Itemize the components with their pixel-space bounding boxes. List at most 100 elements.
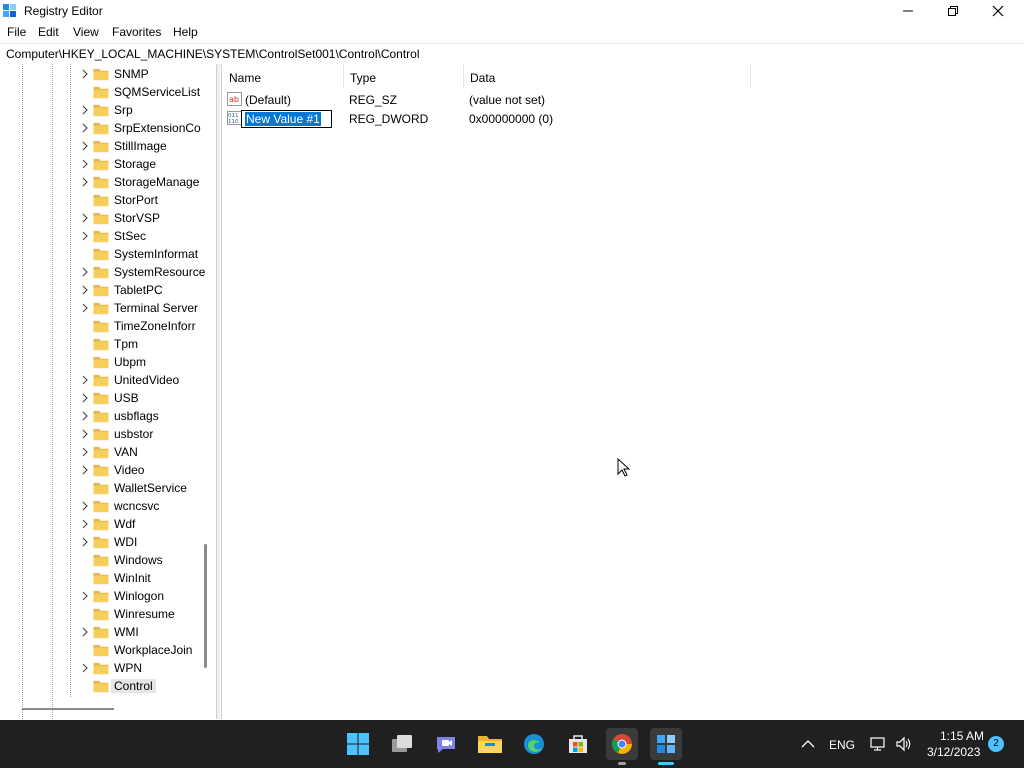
clock-date[interactable]: 3/12/2023 <box>927 745 980 759</box>
chevron-right-icon[interactable] <box>80 411 90 421</box>
tree-node[interactable]: WinInit <box>76 569 216 587</box>
folder-icon <box>93 428 109 441</box>
chevron-right-icon[interactable] <box>80 429 90 439</box>
chevron-right-icon[interactable] <box>80 303 90 313</box>
tree-node[interactable]: Video <box>76 461 216 479</box>
tree-node[interactable]: Terminal Server <box>76 299 216 317</box>
tree-node[interactable]: wcncsvc <box>76 497 216 515</box>
registry-tree-pane[interactable]: SNMP SQMServiceList Srp SrpExtensionCo Still… <box>0 64 217 719</box>
chat-button[interactable] <box>430 728 462 760</box>
tree-node[interactable]: StorPort <box>76 191 216 209</box>
tree-node[interactable]: Winlogon <box>76 587 216 605</box>
tree-node[interactable]: WMI <box>76 623 216 641</box>
address-path[interactable]: Computer\HKEY_LOCAL_MACHINE\SYSTEM\Contr… <box>6 47 420 61</box>
tree-node[interactable]: SrpExtensionCo <box>76 119 216 137</box>
start-button[interactable] <box>342 728 374 760</box>
chrome-button[interactable] <box>606 728 638 760</box>
chevron-right-icon[interactable] <box>80 393 90 403</box>
menu-view[interactable]: View <box>73 25 99 39</box>
tree-node[interactable]: SQMServiceList <box>76 83 216 101</box>
tree-node[interactable]: USB <box>76 389 216 407</box>
tree-node[interactable]: UnitedVideo <box>76 371 216 389</box>
chevron-right-icon[interactable] <box>80 501 90 511</box>
menu-help[interactable]: Help <box>173 25 198 39</box>
tree-node[interactable]: VAN <box>76 443 216 461</box>
chevron-right-icon[interactable] <box>80 267 90 277</box>
restore-button[interactable] <box>930 0 976 22</box>
tree-node[interactable]: SystemResource <box>76 263 216 281</box>
rename-value-text[interactable]: New Value #1 <box>245 112 321 126</box>
chevron-right-icon[interactable] <box>80 627 90 637</box>
task-view-button[interactable] <box>386 728 418 760</box>
tree-node[interactable]: Windows <box>76 551 216 569</box>
tree-node[interactable]: usbflags <box>76 407 216 425</box>
tree-node[interactable]: StorageManage <box>76 173 216 191</box>
chevron-right-icon[interactable] <box>80 465 90 475</box>
menu-edit[interactable]: Edit <box>38 25 59 39</box>
tree-node[interactable]: usbstor <box>76 425 216 443</box>
notification-badge[interactable]: 2 <box>988 736 1004 752</box>
show-hidden-icons-button[interactable] <box>792 728 824 760</box>
chevron-right-icon[interactable] <box>80 285 90 295</box>
chevron-right-icon[interactable] <box>80 231 90 241</box>
tree-node[interactable]: TimeZoneInforr <box>76 317 216 335</box>
tree-node[interactable]: StSec <box>76 227 216 245</box>
chevron-right-icon[interactable] <box>80 447 90 457</box>
tree-node[interactable]: Tpm <box>76 335 216 353</box>
rename-value-input[interactable]: New Value #1 <box>241 110 332 128</box>
tree-node[interactable]: Ubpm <box>76 353 216 371</box>
tree-node[interactable]: Storage <box>76 155 216 173</box>
chevron-right-icon[interactable] <box>80 537 90 547</box>
value-row-new-value[interactable]: 011 110 New Value #1 REG_DWORD 0x0000000… <box>222 109 1022 128</box>
chevron-right-icon[interactable] <box>80 123 90 133</box>
chevron-right-icon[interactable] <box>80 591 90 601</box>
chevron-right-icon[interactable] <box>80 105 90 115</box>
address-bar[interactable]: Computer\HKEY_LOCAL_MACHINE\SYSTEM\Contr… <box>0 43 1024 65</box>
close-button[interactable] <box>975 0 1021 22</box>
column-header-name[interactable]: Name <box>222 64 344 88</box>
network-button[interactable] <box>864 728 892 760</box>
chevron-right-icon[interactable] <box>80 141 90 151</box>
menu-file[interactable]: File <box>7 25 26 39</box>
pane-splitter[interactable] <box>217 64 220 719</box>
registry-editor-taskbar-button[interactable] <box>650 728 682 760</box>
chevron-right-icon[interactable] <box>80 213 90 223</box>
tree-horizontal-scrollbar[interactable] <box>22 708 114 710</box>
chevron-right-icon[interactable] <box>80 159 90 169</box>
tree-node[interactable]: WPN <box>76 659 216 677</box>
tree-node[interactable]: WDI <box>76 533 216 551</box>
tree-node[interactable]: Wdf <box>76 515 216 533</box>
chevron-right-icon[interactable] <box>80 375 90 385</box>
tree-node[interactable]: TabletPC <box>76 281 216 299</box>
tree-node[interactable]: StillImage <box>76 137 216 155</box>
tree-node[interactable]: Control <box>76 677 216 695</box>
chevron-right-icon[interactable] <box>80 663 90 673</box>
tree-node-label: Video <box>114 463 145 477</box>
column-header-data[interactable]: Data <box>463 64 751 88</box>
tree-node[interactable]: SNMP <box>76 65 216 83</box>
column-header-type[interactable]: Type <box>343 64 464 88</box>
value-row-default[interactable]: ab (Default) REG_SZ (value not set) <box>222 90 1022 109</box>
chevron-right-icon[interactable] <box>80 519 90 529</box>
volume-button[interactable] <box>890 728 918 760</box>
folder-icon <box>93 356 109 369</box>
values-list-pane[interactable]: Name Type Data ab (Default) REG_SZ (valu… <box>221 64 1024 719</box>
edge-button[interactable] <box>518 728 550 760</box>
tree-node[interactable]: Srp <box>76 101 216 119</box>
tree-node[interactable]: SystemInformat <box>76 245 216 263</box>
tree-node[interactable]: Winresume <box>76 605 216 623</box>
store-button[interactable] <box>562 728 594 760</box>
tree-node[interactable]: StorVSP <box>76 209 216 227</box>
folder-icon <box>93 140 109 153</box>
tree-node-label: WorkplaceJoin <box>114 643 193 657</box>
tree-node[interactable]: WorkplaceJoin <box>76 641 216 659</box>
tree-node[interactable]: WalletService <box>76 479 216 497</box>
input-language[interactable]: ENG <box>829 738 855 752</box>
clock-time[interactable]: 1:15 AM <box>940 729 984 743</box>
file-explorer-button[interactable] <box>474 728 506 760</box>
tree-node-label: Wdf <box>114 517 136 531</box>
chevron-right-icon[interactable] <box>80 69 90 79</box>
minimize-button[interactable] <box>885 0 931 22</box>
menu-favorites[interactable]: Favorites <box>112 25 161 39</box>
chevron-right-icon[interactable] <box>80 177 90 187</box>
